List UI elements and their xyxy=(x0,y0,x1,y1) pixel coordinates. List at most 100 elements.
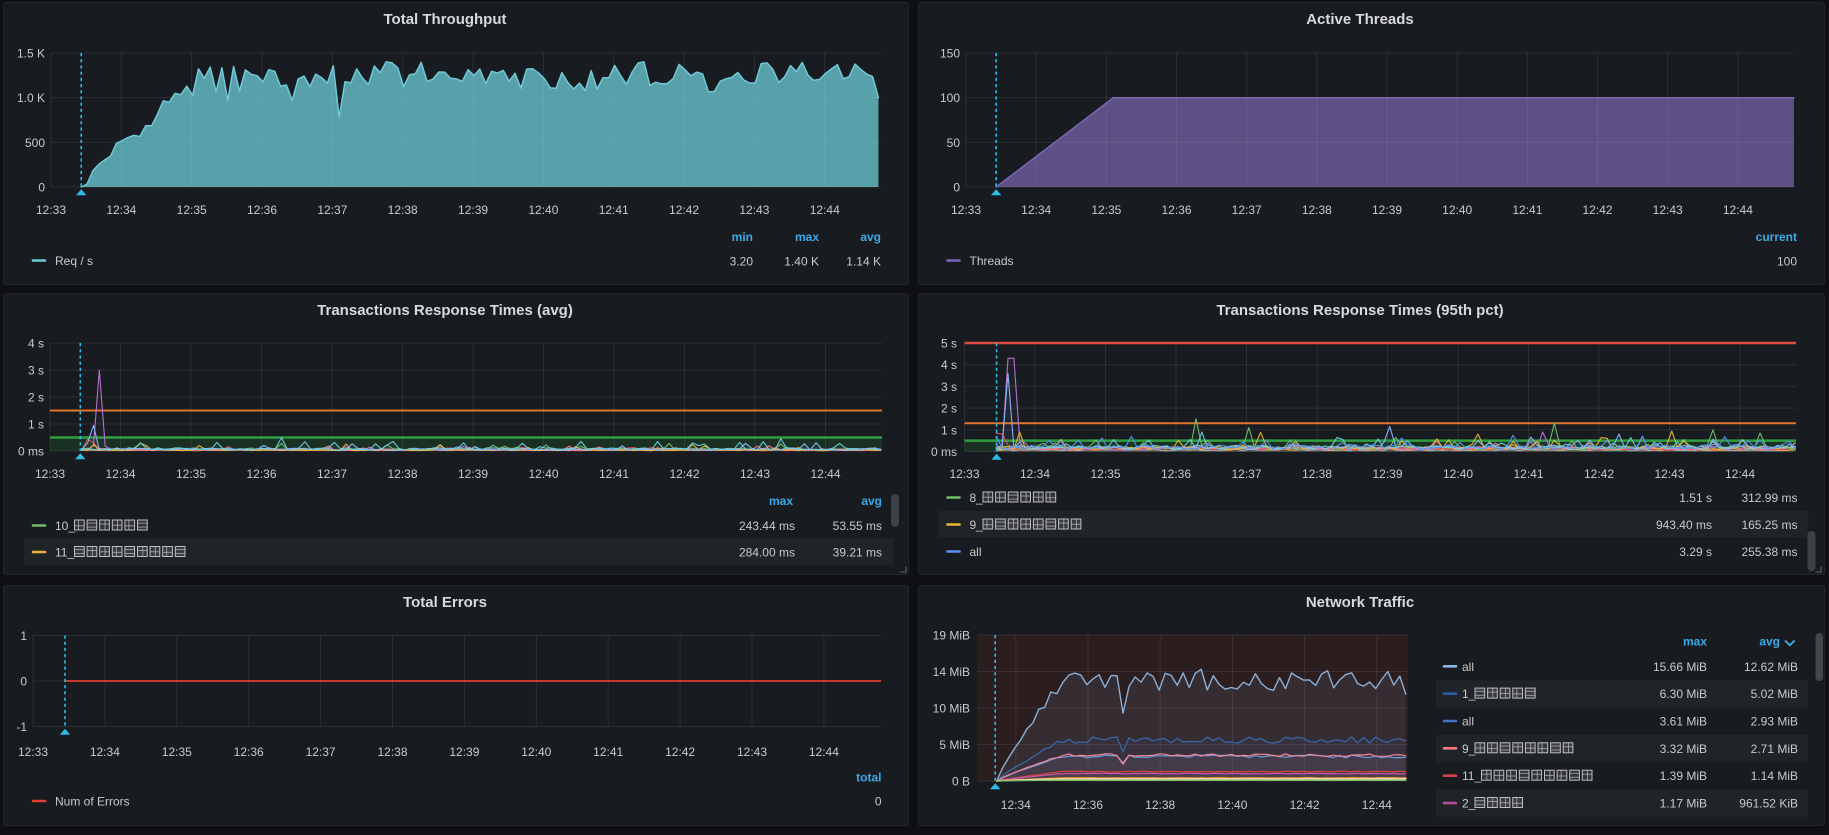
svg-text:12:40: 12:40 xyxy=(1442,203,1472,217)
svg-text:10 MiB: 10 MiB xyxy=(933,702,970,716)
svg-text:11_: 11_ xyxy=(55,546,74,560)
svg-text:1.14 MiB: 1.14 MiB xyxy=(1751,769,1798,783)
svg-text:0: 0 xyxy=(38,181,45,195)
svg-text:3.20: 3.20 xyxy=(730,255,754,269)
svg-text:Num of Errors: Num of Errors xyxy=(55,795,130,809)
svg-text:0 B: 0 B xyxy=(952,775,970,789)
svg-text:12:38: 12:38 xyxy=(388,203,418,217)
svg-text:1.17 MiB: 1.17 MiB xyxy=(1660,797,1707,811)
svg-text:all: all xyxy=(1462,660,1474,674)
svg-text:all: all xyxy=(970,545,982,559)
svg-text:12:36: 12:36 xyxy=(234,745,264,759)
svg-text:53.55 ms: 53.55 ms xyxy=(833,519,882,533)
svg-text:3.61 MiB: 3.61 MiB xyxy=(1660,715,1707,729)
svg-text:0: 0 xyxy=(20,675,27,689)
svg-text:Active Threads: Active Threads xyxy=(1306,11,1414,28)
svg-text:12:34: 12:34 xyxy=(1020,467,1050,481)
svg-text:2 s: 2 s xyxy=(941,402,957,416)
svg-text:10_: 10_ xyxy=(55,519,75,533)
svg-text:12:42: 12:42 xyxy=(669,467,699,481)
svg-text:12:36: 12:36 xyxy=(246,467,276,481)
svg-text:5.02 MiB: 5.02 MiB xyxy=(1751,687,1798,701)
svg-text:12:33: 12:33 xyxy=(949,467,979,481)
svg-text:12:37: 12:37 xyxy=(317,467,347,481)
svg-text:12:37: 12:37 xyxy=(1231,467,1261,481)
svg-text:avg: avg xyxy=(861,494,882,508)
svg-text:5 s: 5 s xyxy=(941,337,957,351)
svg-text:39.21 ms: 39.21 ms xyxy=(833,546,882,560)
svg-text:12:43: 12:43 xyxy=(740,467,770,481)
svg-text:12:35: 12:35 xyxy=(1090,467,1120,481)
svg-text:1.0 K: 1.0 K xyxy=(17,91,45,105)
svg-text:12:38: 12:38 xyxy=(1302,467,1332,481)
svg-text:12:38: 12:38 xyxy=(1302,203,1332,217)
svg-text:avg: avg xyxy=(1759,635,1780,649)
svg-text:1.39 MiB: 1.39 MiB xyxy=(1660,769,1707,783)
svg-text:1.40 K: 1.40 K xyxy=(784,255,819,269)
svg-text:12:42: 12:42 xyxy=(1584,467,1614,481)
svg-text:12:34: 12:34 xyxy=(90,745,120,759)
svg-text:2.93 MiB: 2.93 MiB xyxy=(1751,715,1798,729)
svg-text:1: 1 xyxy=(20,629,27,643)
svg-text:Network Traffic: Network Traffic xyxy=(1306,594,1414,611)
svg-text:12:36: 12:36 xyxy=(1161,203,1191,217)
svg-text:100: 100 xyxy=(940,91,960,105)
svg-text:12:34: 12:34 xyxy=(1001,798,1031,812)
svg-text:19 MiB: 19 MiB xyxy=(933,629,970,643)
svg-text:12:37: 12:37 xyxy=(1232,203,1262,217)
svg-text:all: all xyxy=(1462,715,1474,729)
svg-text:1.14 K: 1.14 K xyxy=(846,255,881,269)
svg-text:max: max xyxy=(769,494,793,508)
svg-text:2.71 MiB: 2.71 MiB xyxy=(1751,742,1798,756)
svg-text:12:40: 12:40 xyxy=(1217,798,1247,812)
svg-text:12:36: 12:36 xyxy=(1073,798,1103,812)
svg-text:12:44: 12:44 xyxy=(809,745,839,759)
svg-text:1.51 s: 1.51 s xyxy=(1679,491,1712,505)
svg-text:15.66 MiB: 15.66 MiB xyxy=(1653,660,1707,674)
svg-text:12:37: 12:37 xyxy=(317,203,347,217)
svg-text:12:41: 12:41 xyxy=(599,467,629,481)
svg-text:12:35: 12:35 xyxy=(1091,203,1121,217)
svg-text:min: min xyxy=(732,230,753,244)
svg-text:0: 0 xyxy=(875,795,882,809)
svg-text:12:44: 12:44 xyxy=(1362,798,1392,812)
svg-text:4 s: 4 s xyxy=(28,337,44,351)
svg-text:14 MiB: 14 MiB xyxy=(933,665,970,679)
svg-text:12:43: 12:43 xyxy=(737,745,767,759)
svg-text:12:42: 12:42 xyxy=(669,203,699,217)
svg-text:5 MiB: 5 MiB xyxy=(939,738,970,752)
svg-text:12:41: 12:41 xyxy=(1513,467,1543,481)
svg-text:12:35: 12:35 xyxy=(176,467,206,481)
svg-text:12:35: 12:35 xyxy=(162,745,192,759)
svg-text:100: 100 xyxy=(1777,255,1797,269)
svg-text:12:40: 12:40 xyxy=(1443,467,1473,481)
svg-text:12:39: 12:39 xyxy=(1372,203,1402,217)
svg-text:12:38: 12:38 xyxy=(1145,798,1175,812)
svg-text:12:41: 12:41 xyxy=(1512,203,1542,217)
svg-text:Req / s: Req / s xyxy=(55,254,93,268)
svg-text:Transactions Response Times (9: Transactions Response Times (95th pct) xyxy=(1216,302,1503,319)
svg-text:3.32 MiB: 3.32 MiB xyxy=(1660,742,1707,756)
svg-text:12:42: 12:42 xyxy=(1583,203,1613,217)
svg-text:12:33: 12:33 xyxy=(35,467,65,481)
svg-text:1.5 K: 1.5 K xyxy=(17,47,45,61)
svg-text:50: 50 xyxy=(947,136,961,150)
svg-text:9_: 9_ xyxy=(970,518,984,532)
svg-text:12:44: 12:44 xyxy=(1725,467,1755,481)
svg-text:6.30 MiB: 6.30 MiB xyxy=(1660,687,1707,701)
svg-text:12:43: 12:43 xyxy=(739,203,769,217)
svg-text:12:43: 12:43 xyxy=(1653,203,1683,217)
svg-text:12:41: 12:41 xyxy=(593,745,623,759)
svg-text:12:44: 12:44 xyxy=(1723,203,1753,217)
svg-text:Transactions Response Times (a: Transactions Response Times (avg) xyxy=(317,302,573,319)
svg-text:12:39: 12:39 xyxy=(449,745,479,759)
svg-text:2_: 2_ xyxy=(1462,797,1476,811)
svg-text:Total Errors: Total Errors xyxy=(403,594,487,611)
svg-text:3.29 s: 3.29 s xyxy=(1679,545,1712,559)
svg-text:avg: avg xyxy=(860,230,881,244)
svg-text:12:33: 12:33 xyxy=(951,203,981,217)
svg-text:-1: -1 xyxy=(16,720,27,734)
svg-text:12:41: 12:41 xyxy=(599,203,629,217)
svg-text:8_: 8_ xyxy=(970,491,984,505)
svg-text:0: 0 xyxy=(953,181,960,195)
